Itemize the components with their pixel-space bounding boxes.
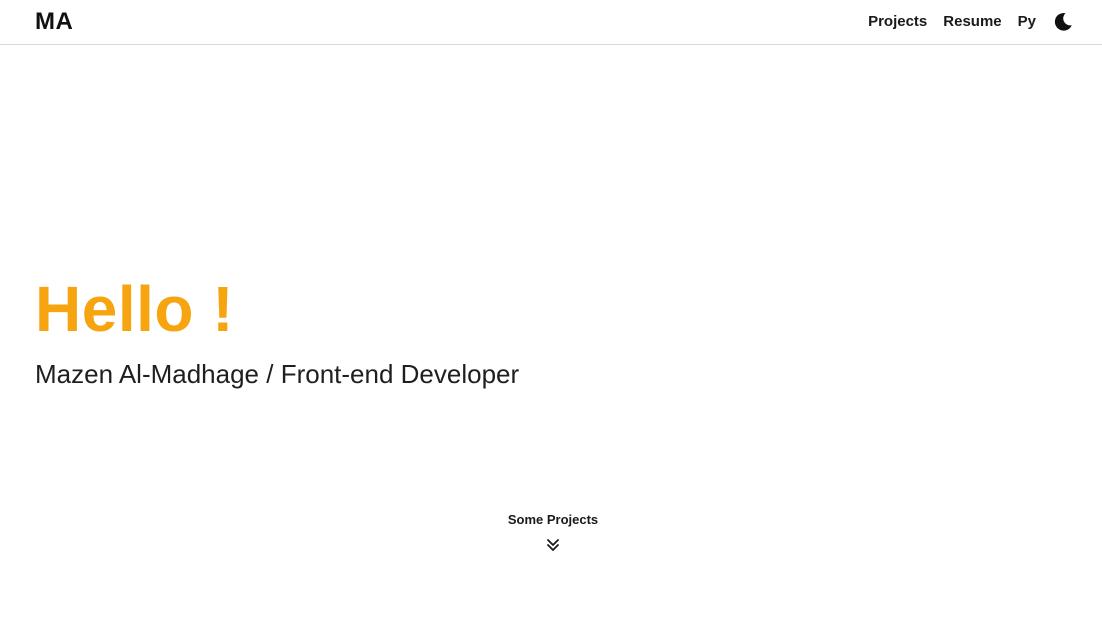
hero-section: Hello ! Mazen Al-Madhage / Front-end Dev… [35, 270, 519, 390]
hero-title: Hello ! [35, 273, 235, 345]
site-logo[interactable]: MA [35, 8, 73, 36]
top-navbar: MA Projects Resume Py [0, 0, 1102, 45]
nav-link-resume[interactable]: Resume [943, 12, 1001, 32]
nav-link-py[interactable]: Py [1018, 12, 1036, 32]
nav-link-projects[interactable]: Projects [868, 12, 927, 32]
theme-toggle-button[interactable] [1052, 11, 1074, 33]
scroll-label: Some Projects [507, 512, 599, 527]
scroll-to-projects-link[interactable]: Some Projects [0, 510, 1102, 552]
double-chevron-down-icon [547, 539, 559, 551]
hero-subtitle: Mazen Al-Madhage / Front-end Developer [35, 359, 520, 389]
main-nav: Projects Resume Py [852, 0, 1074, 44]
moon-icon [1054, 13, 1072, 31]
